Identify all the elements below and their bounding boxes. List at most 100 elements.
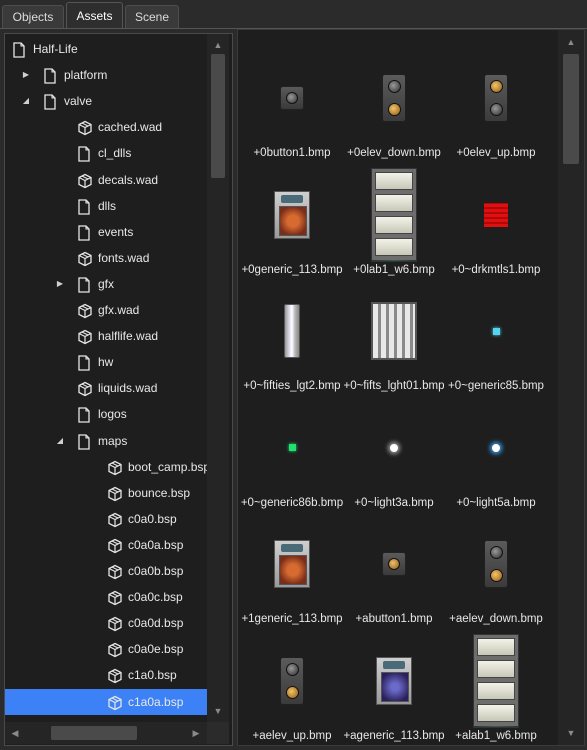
asset-tile[interactable]: +alab1_w6.bmp bbox=[444, 633, 548, 746]
document-icon bbox=[77, 145, 93, 163]
tree-item-label: c0a0d.bsp bbox=[128, 616, 184, 631]
tree-item-label: gfx bbox=[98, 276, 115, 291]
tree-vertical-scroll-thumb[interactable] bbox=[211, 54, 225, 178]
tree-item[interactable]: c0a0a.bsp bbox=[5, 532, 207, 558]
asset-tile-label: +0elev_up.bmp bbox=[456, 147, 536, 159]
asset-tile[interactable]: +0~generic86b.bmp bbox=[240, 402, 344, 519]
tree-item-label: c1a0a.bsp bbox=[128, 694, 184, 709]
asset-grid-panel: +0button1.bmp +0elev_down.bmp +0elev_up.bm… bbox=[237, 29, 585, 746]
scroll-right-icon[interactable]: ▶ bbox=[189, 726, 203, 740]
scroll-down-icon[interactable]: ▼ bbox=[211, 704, 225, 718]
package-icon bbox=[77, 380, 93, 397]
expand-arrow-icon[interactable]: ◢ bbox=[55, 428, 65, 454]
tree-vertical-scrollbar[interactable]: ▲ ▼ bbox=[207, 34, 229, 722]
tree-item-label: cached.wad bbox=[98, 120, 163, 135]
grid-scroll-down-icon[interactable]: ▼ bbox=[564, 726, 578, 740]
asset-tile[interactable]: +0~generic85.bmp bbox=[444, 285, 548, 402]
tree-item[interactable]: boot_camp.bsp bbox=[5, 454, 211, 480]
asset-tile-label: +alab1_w6.bmp bbox=[455, 729, 537, 742]
tree-item-label: platform bbox=[64, 68, 108, 83]
tree-item-label: c0a0b.bsp bbox=[128, 564, 184, 578]
tree-item[interactable]: logos bbox=[5, 401, 207, 427]
tab-assets[interactable]: Assets bbox=[66, 2, 123, 29]
asset-tile-label: +0~generic85.bmp bbox=[448, 380, 544, 392]
tree-item[interactable]: bounce.bsp bbox=[5, 480, 207, 506]
collapse-arrow-icon[interactable]: ▶ bbox=[21, 62, 31, 88]
tree-item[interactable]: cached.wad bbox=[5, 114, 207, 140]
asset-tile-label: +ageneric_113.bmp bbox=[343, 729, 445, 742]
asset-tile[interactable]: +0~light3a.bmp bbox=[342, 402, 446, 519]
asset-tile[interactable]: +ageneric_113.bmp bbox=[342, 635, 446, 746]
tree-item[interactable]: ◢ maps bbox=[5, 428, 207, 454]
scrollbar-corner bbox=[207, 722, 229, 744]
tree-item[interactable]: ▶ platform bbox=[5, 62, 207, 88]
tree-item-label: logos bbox=[98, 407, 127, 422]
tree-horizontal-scroll-thumb[interactable] bbox=[51, 726, 137, 740]
tree-item-label: liquids.wad bbox=[98, 381, 158, 396]
tree-item[interactable]: liquids.wad bbox=[5, 375, 207, 401]
tree-item[interactable]: c0a0b.bsp bbox=[5, 558, 207, 584]
texture-thumbnail bbox=[444, 518, 548, 610]
tree-horizontal-scrollbar[interactable]: ◀ ▶ bbox=[5, 722, 207, 744]
collapse-arrow-icon[interactable]: ▶ bbox=[55, 271, 65, 297]
tree-item[interactable]: gfx.wad bbox=[5, 297, 207, 323]
texture-thumbnail bbox=[342, 52, 446, 144]
texture-thumbnail bbox=[240, 518, 344, 610]
tree-item[interactable]: cl_dlls bbox=[5, 140, 207, 166]
asset-tile[interactable]: +aelev_down.bmp bbox=[444, 518, 548, 635]
tree-item[interactable]: c0a0d.bsp bbox=[5, 610, 207, 636]
tree-item-label: boot_camp.bsp bbox=[128, 459, 211, 474]
tree-item[interactable]: halflife.wad bbox=[5, 323, 207, 349]
grid-vertical-scroll-thumb[interactable] bbox=[563, 54, 579, 164]
asset-tile[interactable]: +1generic_113.bmp bbox=[240, 518, 344, 635]
tree-item[interactable]: c0a0c.bsp bbox=[5, 584, 207, 610]
scroll-up-icon[interactable]: ▲ bbox=[211, 38, 225, 52]
tree-item-label: events bbox=[98, 224, 134, 239]
tree-item[interactable]: ◢ valve bbox=[5, 88, 207, 114]
tree-item[interactable]: ▶ gfx bbox=[5, 271, 207, 297]
tree-item[interactable]: dlls bbox=[5, 193, 207, 219]
tree-item-label: cl_dlls bbox=[98, 146, 132, 161]
tree-item[interactable]: events bbox=[5, 219, 207, 245]
texture-thumbnail bbox=[444, 402, 548, 494]
grid-vertical-scrollbar[interactable]: ▲ ▼ bbox=[558, 30, 584, 745]
asset-tile[interactable]: +0generic_113.bmp bbox=[240, 169, 344, 286]
tree-item[interactable]: c1a0.bsp bbox=[5, 662, 207, 688]
asset-tile[interactable]: +0button1.bmp bbox=[240, 52, 344, 169]
asset-tile[interactable]: +0lab1_w6.bmp bbox=[342, 167, 446, 286]
asset-tile[interactable]: +aelev_up.bmp bbox=[240, 635, 344, 746]
tree-item[interactable]: decals.wad bbox=[5, 167, 207, 193]
asset-tile[interactable]: +0~light5a.bmp bbox=[444, 402, 548, 519]
tab-scene[interactable]: Scene bbox=[125, 5, 179, 28]
asset-tile-label: +0~light3a.bmp bbox=[354, 496, 434, 509]
tree-item-label: dlls bbox=[98, 198, 117, 213]
tree-item-label: Half-Life bbox=[33, 42, 78, 56]
package-icon bbox=[107, 694, 123, 710]
asset-tile[interactable]: +0~drkmtls1.bmp bbox=[444, 169, 548, 286]
asset-tile-label: +1generic_113.bmp bbox=[241, 613, 343, 625]
tab-bar: Objects Assets Scene bbox=[0, 0, 587, 29]
expand-arrow-icon[interactable]: ◢ bbox=[21, 88, 31, 114]
asset-tile[interactable]: +0~fifts_lght01.bmp bbox=[342, 285, 446, 402]
tree-item[interactable]: c0a0e.bsp bbox=[5, 636, 207, 662]
tab-objects[interactable]: Objects bbox=[2, 5, 64, 28]
tree-item[interactable]: fonts.wad bbox=[5, 245, 207, 271]
asset-tile[interactable]: +0elev_down.bmp bbox=[342, 52, 446, 169]
asset-tile[interactable]: +0~fifties_lgt2.bmp bbox=[240, 285, 344, 402]
package-icon bbox=[107, 563, 123, 580]
tree-item-label: fonts.wad bbox=[98, 250, 150, 265]
scroll-left-icon[interactable]: ◀ bbox=[8, 726, 22, 740]
tree-item[interactable]: hw bbox=[5, 349, 207, 375]
grid-scroll-up-icon[interactable]: ▲ bbox=[564, 35, 578, 49]
asset-tile[interactable]: +abutton1.bmp bbox=[342, 518, 446, 635]
tree-item[interactable]: c0a0.bsp bbox=[5, 506, 207, 532]
asset-tile-label: +aelev_up.bmp bbox=[252, 729, 332, 742]
texture-thumbnail bbox=[444, 52, 548, 144]
asset-tile[interactable]: +0elev_up.bmp bbox=[444, 52, 548, 169]
asset-tile-label: +0~fifts_lght01.bmp bbox=[343, 380, 445, 392]
tree-item[interactable]: c1a0a.bsp bbox=[5, 688, 207, 715]
asset-tile-label: +0~generic86b.bmp bbox=[240, 496, 344, 509]
asset-tile-label: +0button1.bmp bbox=[253, 147, 331, 159]
tree-item[interactable]: Half-Life bbox=[5, 36, 207, 62]
package-icon bbox=[107, 589, 123, 606]
